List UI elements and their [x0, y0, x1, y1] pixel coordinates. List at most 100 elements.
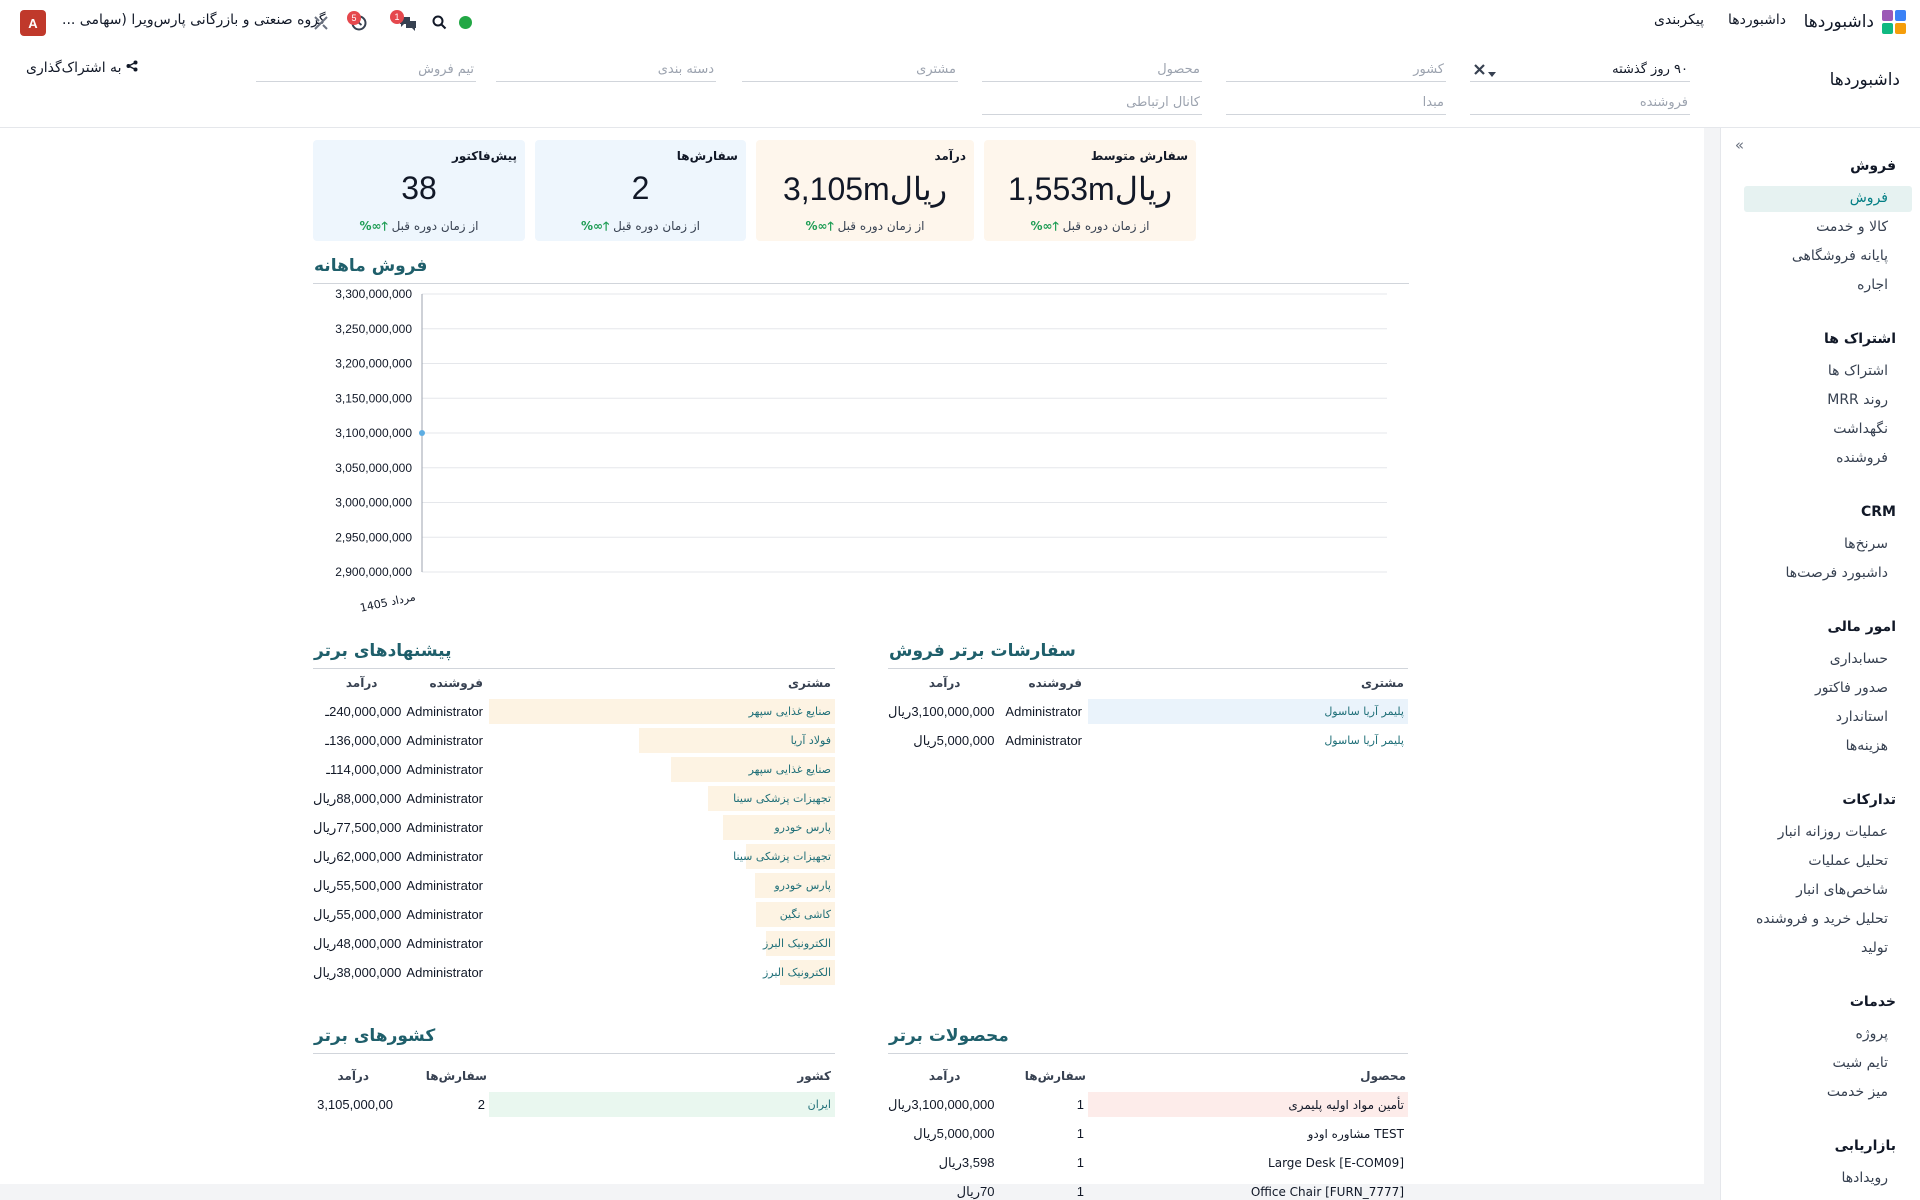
- table-row[interactable]: [FURN_7777] Office Chair 1 70ریال: [888, 1177, 1408, 1200]
- country-link[interactable]: ایران: [808, 1098, 831, 1111]
- customer-cell[interactable]: تجهیزات پزشکی سینا: [489, 784, 835, 813]
- app-brand[interactable]: داشبوردها: [1804, 10, 1906, 34]
- product-link[interactable]: TEST مشاوره اودو: [1308, 1127, 1404, 1141]
- customer-cell[interactable]: صنایع غذایی سپهر: [489, 755, 835, 784]
- product-filter[interactable]: محصول: [982, 54, 1202, 82]
- sidebar-item[interactable]: حسابداری: [1744, 647, 1912, 673]
- customer-link[interactable]: پارس خودرو: [774, 879, 831, 892]
- column-header-country[interactable]: کشور: [489, 1062, 835, 1090]
- table-row[interactable]: صنایع غذایی سپهر Administrator 240,000,000…: [313, 697, 835, 726]
- customer-link[interactable]: تجهیزات پزشکی سینا: [733, 850, 831, 863]
- product-cell[interactable]: TEST مشاوره اودو: [1088, 1119, 1408, 1148]
- table-row[interactable]: تأمین مواد اولیه پلیمری 1 3,100,000,000ریا…: [888, 1090, 1408, 1119]
- monthly-sales-chart[interactable]: 3,300,000,000 3,250,000,000 3,200,000,000 3…: [313, 284, 1409, 624]
- sidebar-item[interactable]: روند MRR: [1744, 388, 1912, 414]
- customer-link[interactable]: فولاد آریا: [791, 734, 831, 747]
- country-filter[interactable]: کشور: [1226, 54, 1446, 82]
- column-header-orders[interactable]: سفارش‌ها: [393, 1062, 489, 1090]
- sidebar-item[interactable]: عملیات روزانه انبار: [1744, 820, 1912, 846]
- table-row[interactable]: تجهیزات پزشکی سینا Administrator 62,000,00…: [313, 842, 835, 871]
- kpi-card-orders[interactable]: سفارش‌ها 2 از زمان دوره قبل 🡑∞%: [535, 140, 746, 241]
- sidebar-item[interactable]: بازاریابی ایمیل: [1744, 1195, 1912, 1200]
- customer-cell[interactable]: پارس خودرو: [489, 871, 835, 900]
- customer-cell[interactable]: الکترونیک البرز: [489, 929, 835, 958]
- sidebar-item[interactable]: تایم شیت: [1744, 1051, 1912, 1077]
- sidebar-item[interactable]: رویدادها: [1744, 1166, 1912, 1192]
- sidebar-item[interactable]: نگهداشت: [1744, 417, 1912, 443]
- table-row[interactable]: ایران 2 3,105,000,00: [313, 1090, 835, 1119]
- table-row[interactable]: پارس خودرو Administrator 55,500,000ریال: [313, 871, 835, 900]
- horizontal-scrollbar[interactable]: [0, 1184, 1704, 1200]
- sidebar-item[interactable]: پروژه: [1744, 1022, 1912, 1048]
- period-filter[interactable]: ۹۰ روز گذشته: [1470, 54, 1690, 82]
- vertical-scrollbar[interactable]: [1704, 128, 1720, 1200]
- customer-link[interactable]: پلیمر آریا ساسول: [1324, 705, 1404, 718]
- menu-configuration[interactable]: پیکربندی: [1654, 12, 1704, 28]
- sidebar-item[interactable]: تحلیل عملیات: [1744, 849, 1912, 875]
- table-row[interactable]: TEST مشاوره اودو 1 5,000,000ریال: [888, 1119, 1408, 1148]
- sidebar-item[interactable]: شاخص‌های انبار: [1744, 878, 1912, 904]
- company-switcher[interactable]: گروه صنعتی و بازرگانی پارس‌ویرا (سهامی .…: [62, 12, 326, 28]
- product-link[interactable]: [E-COM09] Large Desk: [1268, 1156, 1404, 1170]
- customer-link[interactable]: صنایع غذایی سپهر: [749, 705, 831, 718]
- customer-cell[interactable]: الکترونیک البرز: [489, 958, 835, 987]
- sidebar-item[interactable]: کالا و خدمت: [1744, 215, 1912, 241]
- product-cell[interactable]: تأمین مواد اولیه پلیمری: [1088, 1090, 1408, 1119]
- customer-link[interactable]: پلیمر آریا ساسول: [1324, 734, 1404, 747]
- column-header-amount[interactable]: درآمد: [313, 1062, 393, 1090]
- table-row[interactable]: کاشی نگین Administrator 55,000,000ریال: [313, 900, 835, 929]
- sidebar-item[interactable]: میز خدمت: [1744, 1080, 1912, 1106]
- collapse-sidebar-icon[interactable]: »: [1735, 136, 1744, 154]
- salesperson-filter[interactable]: فروشنده: [1470, 87, 1690, 115]
- period-dropdown-icon[interactable]: [1488, 66, 1496, 81]
- kpi-card-average-order[interactable]: سفارش متوسط ریال1,553m از زمان دوره قبل …: [984, 140, 1196, 241]
- table-row[interactable]: فولاد آریا Administrator 136,000,000ـ: [313, 726, 835, 755]
- sidebar-item[interactable]: استاندارد: [1744, 705, 1912, 731]
- debug-tools-icon[interactable]: [312, 14, 330, 36]
- customer-link[interactable]: الکترونیک البرز: [763, 966, 831, 979]
- table-row[interactable]: پلیمر آریا ساسول Administrator 5,000,000ری…: [888, 726, 1408, 755]
- sidebar-item[interactable]: هزینه‌ها: [1744, 734, 1912, 760]
- table-row[interactable]: پلیمر آریا ساسول Administrator 3,100,000,0…: [888, 697, 1408, 726]
- customer-cell[interactable]: فولاد آریا: [489, 726, 835, 755]
- column-header-customer[interactable]: مشتری: [489, 669, 835, 697]
- product-link[interactable]: تأمین مواد اولیه پلیمری: [1288, 1098, 1404, 1112]
- sidebar-item[interactable]: تحلیل خرید و فروشنده: [1744, 907, 1912, 933]
- table-row[interactable]: الکترونیک البرز Administrator 48,000,000ری…: [313, 929, 835, 958]
- sidebar-item[interactable]: صدور فاکتور: [1744, 676, 1912, 702]
- table-row[interactable]: پارس خودرو Administrator 77,500,000ریال: [313, 813, 835, 842]
- column-header-vendor[interactable]: فروشنده: [994, 669, 1088, 697]
- search-icon[interactable]: [432, 15, 447, 34]
- customer-cell[interactable]: پلیمر آریا ساسول: [1088, 697, 1408, 726]
- customer-cell[interactable]: تجهیزات پزشکی سینا: [489, 842, 835, 871]
- sidebar-item[interactable]: تولید: [1744, 936, 1912, 962]
- customer-link[interactable]: کاشی نگین: [780, 908, 831, 921]
- customer-link[interactable]: تجهیزات پزشکی سینا: [733, 792, 831, 805]
- sidebar-item[interactable]: فروشنده: [1744, 446, 1912, 472]
- table-row[interactable]: تجهیزات پزشکی سینا Administrator 88,000,00…: [313, 784, 835, 813]
- column-header-amount[interactable]: درآمد: [888, 669, 994, 697]
- user-avatar[interactable]: A: [20, 10, 46, 36]
- table-row[interactable]: صنایع غذایی سپهر Administrator 114,000,000…: [313, 755, 835, 784]
- column-header-amount[interactable]: درآمد: [313, 669, 401, 697]
- product-link[interactable]: [FURN_7777] Office Chair: [1251, 1185, 1404, 1199]
- product-cell[interactable]: [E-COM09] Large Desk: [1088, 1148, 1408, 1177]
- column-header-customer[interactable]: مشتری: [1088, 669, 1408, 697]
- share-button[interactable]: به اشتراک‌گذاری: [26, 60, 138, 76]
- sidebar-item[interactable]: پایانه فروشگاهی: [1744, 244, 1912, 270]
- customer-filter[interactable]: مشتری: [742, 54, 958, 82]
- customer-cell[interactable]: صنایع غذایی سپهر: [489, 697, 835, 726]
- customer-cell[interactable]: پلیمر آریا ساسول: [1088, 726, 1408, 755]
- sidebar-item[interactable]: داشبورد فرصت‌ها: [1744, 561, 1912, 587]
- column-header-orders[interactable]: سفارش‌ها: [994, 1062, 1088, 1090]
- column-header-product[interactable]: محصول: [1088, 1062, 1408, 1090]
- channel-filter[interactable]: کانال ارتباطی: [982, 87, 1202, 115]
- customer-cell[interactable]: کاشی نگین: [489, 900, 835, 929]
- source-filter[interactable]: مبدا: [1226, 87, 1446, 115]
- kpi-card-quotations[interactable]: پیش‌فاکتور 38 از زمان دوره قبل 🡑∞%: [313, 140, 525, 241]
- sales-team-filter[interactable]: تیم فروش: [256, 54, 476, 82]
- clear-period-icon[interactable]: [1474, 64, 1485, 79]
- sidebar-item[interactable]: فروش: [1744, 186, 1912, 212]
- customer-link[interactable]: پارس خودرو: [774, 821, 831, 834]
- sidebar-item[interactable]: اشتراک ها: [1744, 359, 1912, 385]
